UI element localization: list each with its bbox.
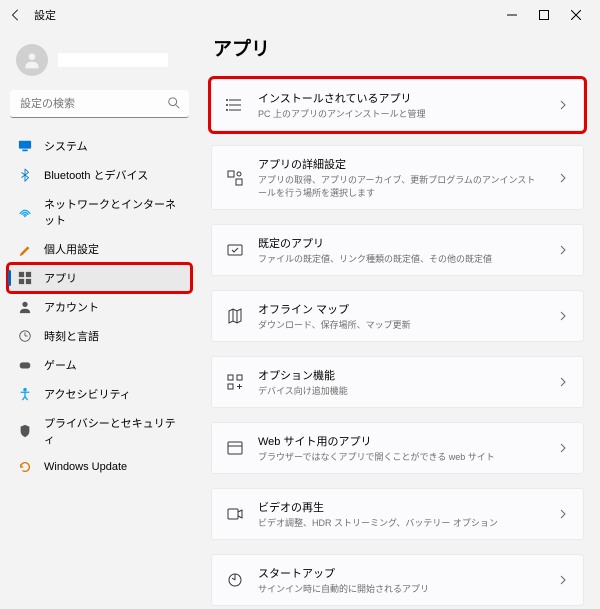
card-subtitle: ファイルの既定値、リンク種類の既定値、その他の既定値 bbox=[258, 252, 543, 265]
accessibility-icon bbox=[18, 387, 32, 401]
search-icon bbox=[167, 96, 181, 110]
startup-icon bbox=[226, 571, 244, 589]
minimize-button[interactable] bbox=[496, 0, 528, 30]
chevron-right-icon bbox=[557, 172, 569, 184]
sidebar-item-label: システム bbox=[44, 138, 88, 154]
card-subtitle: サインイン時に自動的に開始されるアプリ bbox=[258, 582, 543, 595]
sidebar-item-bluetooth[interactable]: Bluetooth とデバイス bbox=[8, 161, 191, 189]
window-title: 設定 bbox=[34, 7, 56, 23]
network-icon bbox=[18, 205, 32, 219]
sidebar-item-windows-update[interactable]: Windows Update bbox=[8, 454, 191, 480]
sidebar-item-label: プライバシーとセキュリティ bbox=[44, 415, 181, 447]
video-icon bbox=[226, 505, 244, 523]
sidebar-item-gaming[interactable]: ゲーム bbox=[8, 351, 191, 379]
sidebar-item-system[interactable]: システム bbox=[8, 132, 191, 160]
user-profile[interactable] bbox=[8, 38, 191, 90]
search-input[interactable] bbox=[10, 90, 189, 118]
sidebar-item-label: アクセシビリティ bbox=[44, 386, 131, 402]
sidebar: システム Bluetooth とデバイス ネットワークとインターネット 個人用設… bbox=[0, 30, 195, 609]
card-title: オプション機能 bbox=[258, 367, 543, 383]
personalization-icon bbox=[18, 242, 32, 256]
titlebar: 設定 bbox=[0, 0, 600, 30]
sidebar-item-accounts[interactable]: アカウント bbox=[8, 293, 191, 321]
card-offline-maps[interactable]: オフライン マップ ダウンロード、保存場所、マップ更新 bbox=[211, 290, 584, 342]
card-advanced-app-settings[interactable]: アプリの詳細設定 アプリの取得、アプリのアーカイブ、更新プログラムのアンインスト… bbox=[211, 145, 584, 210]
card-subtitle: ビデオ調整、HDR ストリーミング、バッテリー オプション bbox=[258, 516, 543, 529]
accounts-icon bbox=[18, 300, 32, 314]
sidebar-item-label: 時刻と言語 bbox=[44, 328, 99, 344]
nav: システム Bluetooth とデバイス ネットワークとインターネット 個人用設… bbox=[8, 132, 191, 480]
card-startup[interactable]: スタートアップ サインイン時に自動的に開始されるアプリ bbox=[211, 554, 584, 606]
system-icon bbox=[18, 139, 32, 153]
card-title: アプリの詳細設定 bbox=[258, 156, 543, 172]
card-default-apps[interactable]: 既定のアプリ ファイルの既定値、リンク種類の既定値、その他の既定値 bbox=[211, 224, 584, 276]
sidebar-item-label: アプリ bbox=[44, 270, 77, 286]
time-icon bbox=[18, 329, 32, 343]
advanced-icon bbox=[226, 169, 244, 187]
user-name bbox=[58, 53, 168, 67]
sidebar-item-privacy[interactable]: プライバシーとセキュリティ bbox=[8, 409, 191, 453]
features-icon bbox=[226, 373, 244, 391]
card-subtitle: アプリの取得、アプリのアーカイブ、更新プログラムのアンインストールを行う場所を選… bbox=[258, 173, 543, 199]
sidebar-item-apps[interactable]: アプリ bbox=[8, 264, 191, 292]
chevron-right-icon bbox=[557, 376, 569, 388]
sidebar-item-label: Windows Update bbox=[44, 461, 127, 473]
sidebar-item-accessibility[interactable]: アクセシビリティ bbox=[8, 380, 191, 408]
sidebar-item-label: アカウント bbox=[44, 299, 99, 315]
card-subtitle: ダウンロード、保存場所、マップ更新 bbox=[258, 318, 543, 331]
close-button[interactable] bbox=[560, 0, 592, 30]
card-title: ビデオの再生 bbox=[258, 499, 543, 515]
list-icon bbox=[226, 96, 244, 114]
page-title: アプリ bbox=[211, 34, 584, 61]
avatar bbox=[16, 44, 48, 76]
card-title: インストールされているアプリ bbox=[258, 90, 543, 106]
card-subtitle: PC 上のアプリのアンインストールと管理 bbox=[258, 107, 543, 120]
sidebar-item-network[interactable]: ネットワークとインターネット bbox=[8, 190, 191, 234]
map-icon bbox=[226, 307, 244, 325]
sidebar-item-label: ネットワークとインターネット bbox=[44, 196, 181, 228]
card-title: オフライン マップ bbox=[258, 301, 543, 317]
chevron-right-icon bbox=[557, 310, 569, 322]
bluetooth-icon bbox=[18, 168, 32, 182]
sidebar-item-label: Bluetooth とデバイス bbox=[44, 167, 148, 183]
chevron-right-icon bbox=[557, 442, 569, 454]
card-title: スタートアップ bbox=[258, 565, 543, 581]
apps-icon bbox=[18, 271, 32, 285]
website-icon bbox=[226, 439, 244, 457]
sidebar-item-time-language[interactable]: 時刻と言語 bbox=[8, 322, 191, 350]
card-video-playback[interactable]: ビデオの再生 ビデオ調整、HDR ストリーミング、バッテリー オプション bbox=[211, 488, 584, 540]
update-icon bbox=[18, 460, 32, 474]
content: アプリ インストールされているアプリ PC 上のアプリのアンインストールと管理 … bbox=[195, 30, 600, 609]
chevron-right-icon bbox=[557, 99, 569, 111]
back-button[interactable] bbox=[8, 7, 24, 23]
chevron-right-icon bbox=[557, 244, 569, 256]
card-optional-features[interactable]: オプション機能 デバイス向け追加機能 bbox=[211, 356, 584, 408]
chevron-right-icon bbox=[557, 574, 569, 586]
default-icon bbox=[226, 241, 244, 259]
card-installed-apps[interactable]: インストールされているアプリ PC 上のアプリのアンインストールと管理 bbox=[211, 79, 584, 131]
card-title: 既定のアプリ bbox=[258, 235, 543, 251]
card-subtitle: ブラウザーではなくアプリで開くことができる web サイト bbox=[258, 450, 543, 463]
card-apps-for-websites[interactable]: Web サイト用のアプリ ブラウザーではなくアプリで開くことができる web サ… bbox=[211, 422, 584, 474]
card-title: Web サイト用のアプリ bbox=[258, 433, 543, 449]
gaming-icon bbox=[18, 358, 32, 372]
privacy-icon bbox=[18, 424, 32, 438]
sidebar-item-label: ゲーム bbox=[44, 357, 77, 373]
chevron-right-icon bbox=[557, 508, 569, 520]
sidebar-item-personalization[interactable]: 個人用設定 bbox=[8, 235, 191, 263]
card-subtitle: デバイス向け追加機能 bbox=[258, 384, 543, 397]
sidebar-item-label: 個人用設定 bbox=[44, 241, 99, 257]
maximize-button[interactable] bbox=[528, 0, 560, 30]
